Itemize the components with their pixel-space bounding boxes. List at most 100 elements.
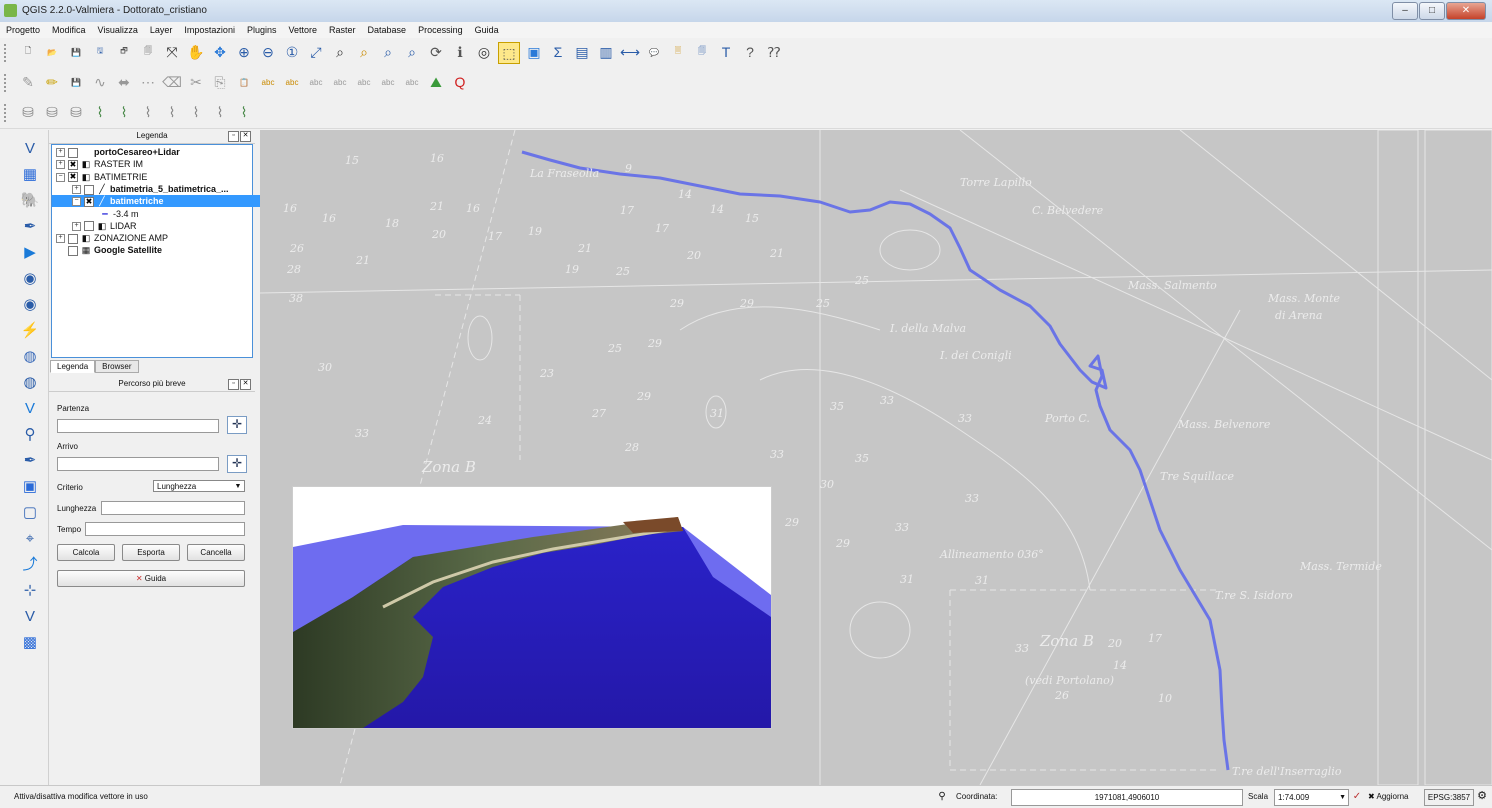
pick-end-point-button[interactable]: ✛ — [227, 455, 247, 473]
layer-row[interactable]: ━ -3.4 m — [52, 208, 138, 220]
help-button[interactable]: ✕ Guida — [57, 570, 245, 587]
digitize-1-icon[interactable]: ⌇ — [90, 102, 110, 122]
layer-visibility-checkbox[interactable] — [84, 184, 94, 195]
remove-layer-icon[interactable]: ▢ — [19, 502, 41, 524]
menu-processing[interactable]: Processing — [412, 22, 469, 38]
layer-row[interactable]: + ◧ ZONAZIONE AMP — [52, 232, 168, 244]
menu-guida[interactable]: Guida — [469, 22, 505, 38]
coordinate-toggle-icon[interactable]: ⚲ — [935, 789, 949, 804]
menu-plugins[interactable]: Plugins — [241, 22, 283, 38]
pan-to-selection-icon[interactable]: ⤧ — [162, 42, 182, 62]
text-annotation-icon[interactable]: T — [716, 42, 736, 62]
open-project-icon[interactable]: 📂 — [42, 42, 62, 62]
time-field[interactable] — [85, 522, 245, 536]
move-feature-icon[interactable]: ⬌ — [114, 72, 134, 92]
layer-row[interactable]: − ✖ ╱ batimetriche — [52, 195, 272, 208]
menu-vettore[interactable]: Vettore — [282, 22, 323, 38]
digitize-7-icon[interactable]: ⌇ — [234, 102, 254, 122]
label-move-icon[interactable]: abc — [330, 72, 350, 92]
add-feature-icon[interactable]: ∿ — [90, 72, 110, 92]
new-print-composer-icon[interactable]: 🗗 — [114, 42, 134, 62]
zoom-actual-icon[interactable]: ① — [282, 42, 302, 62]
help-contents-icon[interactable]: ? — [740, 42, 760, 62]
new-project-icon[interactable]: 🗋 — [18, 42, 38, 62]
copy-features-icon[interactable]: ⎘ — [210, 72, 230, 92]
length-field[interactable] — [101, 501, 245, 515]
menu-impostazioni[interactable]: Impostazioni — [178, 22, 241, 38]
heatmap-icon[interactable]: ▩ — [19, 632, 41, 654]
zoom-layer-icon[interactable]: ⌕ — [354, 42, 374, 62]
add-wcs-layer-icon[interactable]: ⚡ — [19, 320, 41, 342]
coordinate-capture-icon[interactable]: ⌖ — [19, 528, 41, 550]
save-edits-icon[interactable]: 💾 — [66, 72, 86, 92]
layer-row[interactable]: + ◧ LIDAR — [52, 220, 137, 232]
new-spatialite-icon[interactable]: ✒ — [19, 450, 41, 472]
export-button[interactable]: Esporta — [122, 544, 180, 561]
database-1-icon[interactable]: ⛁ — [18, 102, 38, 122]
menu-database[interactable]: Database — [362, 22, 413, 38]
zoom-in-icon[interactable]: ⊕ — [234, 42, 254, 62]
qgis-cloud-icon[interactable]: ⛰ — [426, 72, 446, 92]
messages-gear-icon[interactable]: ⚙ — [1475, 789, 1489, 804]
new-shapefile-icon[interactable]: ⚲ — [19, 424, 41, 446]
label-abc-icon[interactable]: abc — [258, 72, 278, 92]
expand-toggle-icon[interactable]: + — [56, 160, 65, 170]
new-temp-layer-icon[interactable]: ▣ — [19, 476, 41, 498]
start-point-field[interactable] — [57, 419, 219, 433]
paste-features-icon[interactable]: 📋 — [234, 72, 254, 92]
save-project-icon[interactable]: 💾 — [66, 42, 86, 62]
end-point-field[interactable] — [57, 457, 219, 471]
toolbar-grip[interactable] — [4, 44, 10, 62]
add-delimited-text-icon[interactable]: ◍ — [19, 372, 41, 394]
maximize-button[interactable]: □ — [1419, 2, 1445, 20]
add-vector-layer-icon[interactable]: V — [19, 138, 41, 160]
label-change-icon[interactable]: abc — [378, 72, 398, 92]
q-plugin-icon[interactable]: Q — [450, 72, 470, 92]
layer-row[interactable]: ▦ Google Satellite — [52, 244, 162, 257]
render-checkbox[interactable]: ✖ Aggiorna — [1368, 789, 1420, 804]
crs-button[interactable]: EPSG:3857 — [1424, 789, 1474, 806]
current-edits-icon[interactable]: ✎ — [18, 72, 38, 92]
measure-icon[interactable]: ◎ — [474, 42, 494, 62]
layer-visibility-checkbox[interactable] — [84, 221, 94, 232]
database-2-icon[interactable]: ⛁ — [42, 102, 62, 122]
expand-toggle-icon[interactable]: + — [56, 148, 65, 158]
delete-selected-icon[interactable]: ⌫ — [162, 72, 182, 92]
close-button[interactable]: ✕ — [1446, 2, 1486, 20]
zoom-out-icon[interactable]: ⊖ — [258, 42, 278, 62]
layer-row[interactable]: + ✖ ◧ RASTER IM — [52, 158, 143, 170]
layer-row[interactable]: + portoCesareo+Lidar — [52, 146, 180, 158]
zoom-last-icon[interactable]: ⌕ — [378, 42, 398, 62]
open-attribute-table-icon[interactable]: ▤ — [572, 42, 592, 62]
layer-tree[interactable]: + portoCesareo+Lidar + ✖ ◧ RASTER IM − ✖ ◧ BATIME… — [51, 144, 272, 358]
menu-raster[interactable]: Raster — [323, 22, 362, 38]
identify-icon[interactable]: ℹ — [450, 42, 470, 62]
add-spatialite-layer-icon[interactable]: ✒ — [19, 216, 41, 238]
layer-visibility-checkbox[interactable]: ✖ — [68, 159, 78, 170]
deselect-icon[interactable]: ▣ — [524, 42, 544, 62]
tab-browser[interactable]: Browser — [95, 360, 139, 373]
menu-modifica[interactable]: Modifica — [46, 22, 92, 38]
select-features-icon[interactable]: ⬚ — [498, 42, 520, 64]
refresh-icon[interactable]: ⟳ — [426, 42, 446, 62]
toolbar-grip[interactable] — [4, 74, 10, 92]
add-wfs-layer-icon[interactable]: ◍ — [19, 346, 41, 368]
tab-legenda[interactable]: Legenda — [50, 360, 96, 373]
whats-this-icon[interactable]: ⁇ — [764, 42, 784, 62]
add-oracle-layer-icon[interactable]: ◉ — [19, 268, 41, 290]
digitize-6-icon[interactable]: ⌇ — [210, 102, 230, 122]
zoom-next-icon[interactable]: ⌕ — [402, 42, 422, 62]
raster-calc-icon[interactable]: V — [19, 606, 41, 628]
layer-visibility-checkbox[interactable] — [68, 147, 78, 158]
close-panel-button[interactable]: ✕ — [240, 131, 251, 142]
expand-toggle-icon[interactable]: − — [56, 172, 65, 182]
digitize-2-icon[interactable]: ⌇ — [114, 102, 134, 122]
add-postgis-layer-icon[interactable]: 🐘 — [19, 190, 41, 212]
composer-manager-icon[interactable]: 🗐 — [138, 42, 158, 62]
toggle-editing-icon[interactable]: ✏ — [42, 72, 62, 92]
menu-layer[interactable]: Layer — [144, 22, 179, 38]
delete-button[interactable]: Cancella — [187, 544, 245, 561]
criterion-select[interactable]: Lunghezza ▼ — [153, 480, 245, 492]
float-panel-button[interactable]: ▫ — [228, 131, 239, 142]
new-bookmark-icon[interactable]: 🗏 — [668, 42, 688, 62]
